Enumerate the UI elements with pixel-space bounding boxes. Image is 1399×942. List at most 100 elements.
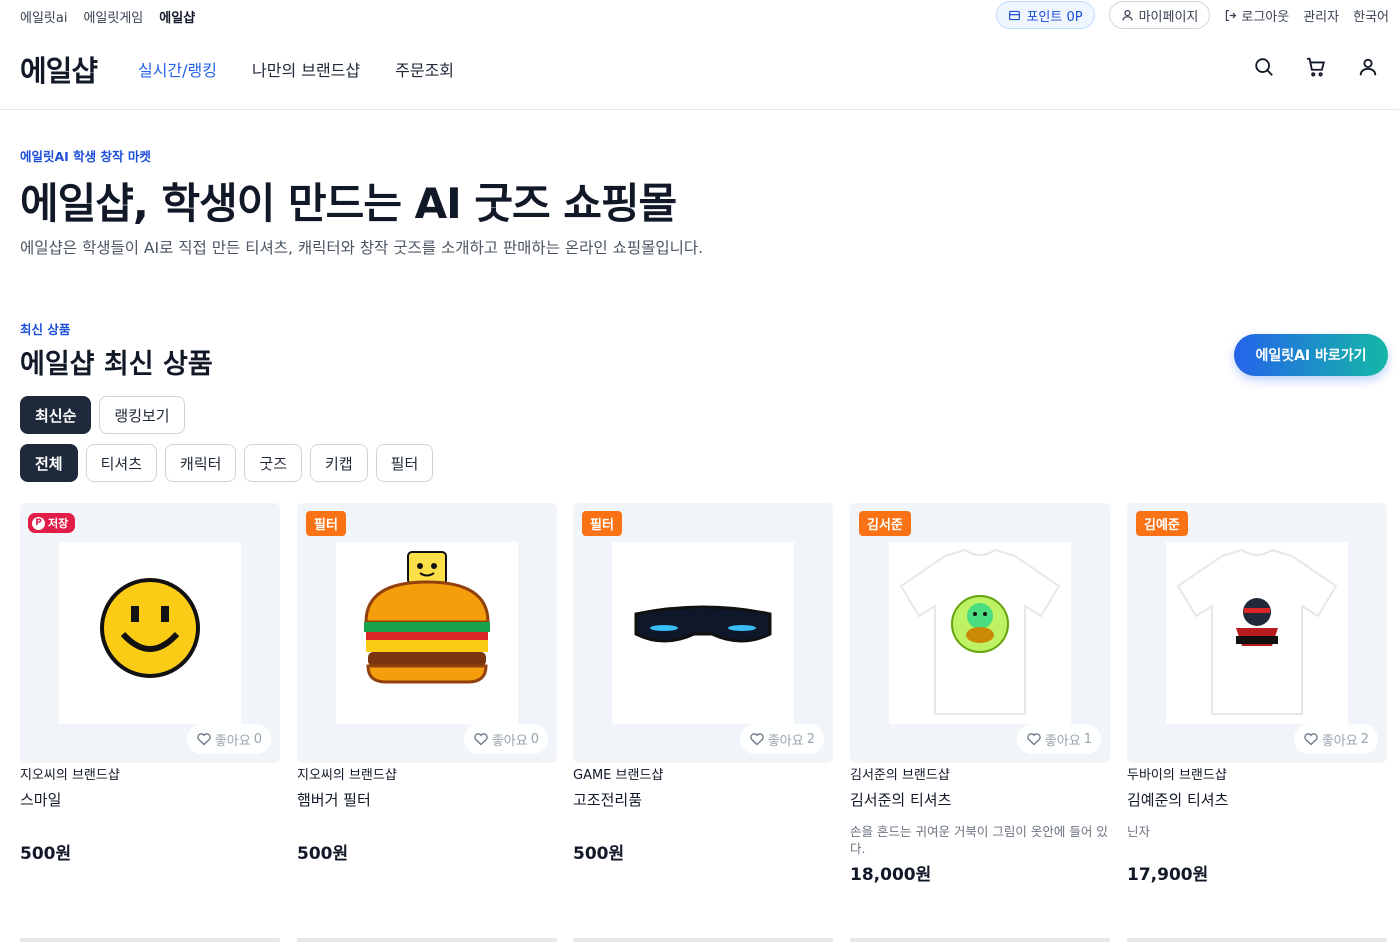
- logo[interactable]: 에일샵: [20, 48, 98, 90]
- next-row-card: [1127, 938, 1387, 942]
- menu-order-lookup[interactable]: 주문조회: [395, 57, 454, 81]
- heart-icon: [750, 733, 764, 746]
- like-button[interactable]: 좋아요 0: [463, 724, 548, 754]
- filter-keycap[interactable]: 키캡: [310, 444, 368, 482]
- goggles-icon: [634, 605, 772, 643]
- like-count: 2: [806, 731, 815, 747]
- like-count: 1: [1083, 731, 1092, 747]
- sort-ranking-button[interactable]: 랭킹보기: [99, 396, 185, 434]
- like-label: 좋아요: [491, 733, 528, 749]
- pin-icon: P: [32, 516, 45, 530]
- logout-icon: [1226, 9, 1237, 21]
- product-card[interactable]: P 저장 좋아요 0 지오씨의 브랜드샵 스마일 500원: [20, 503, 280, 864]
- next-row-card: [850, 938, 1110, 942]
- cart-icon[interactable]: [1305, 56, 1327, 78]
- like-label: 좋아요: [214, 733, 251, 749]
- product-name[interactable]: 고조전리품: [573, 787, 833, 813]
- product-name[interactable]: 김서준의 티셔츠: [850, 787, 1110, 813]
- points-button[interactable]: 포인트 0P: [996, 1, 1095, 29]
- next-row-card: [20, 938, 280, 942]
- hero-title: 에일샵, 학생이 만드는 AI 굿즈 쇼핑몰: [20, 179, 677, 228]
- ninja-tshirt: [1176, 548, 1338, 715]
- heart-icon: [197, 733, 211, 746]
- like-label: 좋아요: [1044, 733, 1081, 749]
- link-ailshop[interactable]: 에일샵: [159, 7, 195, 26]
- product-brand[interactable]: 두바이의 브랜드샵: [1127, 765, 1387, 787]
- like-label: 좋아요: [767, 733, 804, 749]
- like-button[interactable]: 좋아요 0: [186, 724, 271, 754]
- hamburger-icon: [364, 551, 490, 684]
- product-card[interactable]: 김서준 좋아요 1 김서준의 브랜드샵 김서준의 티셔츠 손을 흔드는 귀여운 …: [850, 503, 1110, 885]
- product-image[interactable]: 김서준 좋아요 1: [850, 503, 1110, 763]
- main-nav: 에일샵 실시간/랭킹 나만의 브랜드샵 주문조회: [0, 30, 1399, 110]
- product-description: 손을 흔드는 귀여운 거북이 그림이 옷안에 들어 있다.: [850, 824, 1108, 856]
- product-card[interactable]: 김예준 좋아요 2 두바이의 브랜드샵 김예준의 티셔츠 닌자 17,900원: [1127, 503, 1387, 885]
- like-count: 0: [253, 731, 262, 747]
- brand-badge: 김서준: [859, 511, 911, 536]
- product-brand[interactable]: 지오씨의 브랜드샵: [297, 765, 557, 787]
- points-label: 포인트 0P: [1026, 9, 1083, 25]
- product-name[interactable]: 김예준의 티셔츠: [1127, 787, 1387, 813]
- product-image[interactable]: 필터 좋아요 0: [297, 503, 557, 763]
- filter-character[interactable]: 캐릭터: [165, 444, 237, 482]
- product-image[interactable]: P 저장 좋아요 0: [20, 503, 280, 763]
- filter-filter[interactable]: 필터: [375, 444, 434, 482]
- heart-icon: [474, 733, 488, 746]
- product-price: 17,900원: [1127, 865, 1209, 885]
- mypage-button[interactable]: 마이페이지: [1108, 1, 1211, 29]
- logout-label: 로그아웃: [1241, 9, 1290, 25]
- next-row-card: [573, 938, 833, 942]
- save-badge[interactable]: P 저장: [28, 513, 76, 533]
- menu-realtime-ranking[interactable]: 실시간/랭킹: [138, 57, 217, 81]
- product-price: 500원: [297, 844, 349, 864]
- wallet-icon: [1009, 10, 1021, 20]
- product-name[interactable]: 햄버거 필터: [297, 787, 557, 813]
- badge-label: 저장: [48, 517, 69, 530]
- sort-buttons: 최신순 랭킹보기: [20, 396, 185, 434]
- admin-link[interactable]: 관리자: [1303, 6, 1339, 25]
- mypage-label: 마이페이지: [1138, 9, 1199, 25]
- product-image[interactable]: 필터 좋아요 2: [573, 503, 833, 763]
- account-icon[interactable]: [1357, 56, 1379, 78]
- like-count: 0: [530, 731, 539, 747]
- user-icon: [1121, 9, 1133, 20]
- language-select[interactable]: 한국어: [1353, 6, 1389, 25]
- product-price: 500원: [20, 844, 72, 864]
- filter-all[interactable]: 전체: [20, 444, 78, 482]
- product-brand[interactable]: GAME 브랜드샵: [573, 765, 833, 787]
- brand-badge: 김예준: [1136, 511, 1188, 536]
- filter-tshirt[interactable]: 티셔츠: [85, 444, 158, 482]
- section-title: 에일샵 최신 상품: [20, 349, 213, 380]
- category-badge: 필터: [306, 511, 346, 536]
- product-brand[interactable]: 지오씨의 브랜드샵: [20, 765, 280, 787]
- heart-icon: [1027, 733, 1041, 746]
- filter-goods[interactable]: 굿즈: [244, 444, 303, 482]
- product-image[interactable]: 김예준 좋아요 2: [1127, 503, 1387, 763]
- product-card[interactable]: 필터 좋아요 0 지오씨의 브랜드샵 햄버거 필터 500원: [297, 503, 557, 864]
- product-price: 18,000원: [850, 865, 932, 885]
- search-icon[interactable]: [1253, 56, 1275, 78]
- section-eyebrow: 최신 상품: [20, 322, 71, 337]
- ailit-ai-cta-button[interactable]: 에일릿AI 바로가기: [1234, 334, 1388, 376]
- like-button[interactable]: 좋아요 1: [1016, 724, 1101, 754]
- next-row-card: [297, 938, 557, 942]
- like-button[interactable]: 좋아요 2: [1293, 724, 1378, 754]
- turtle-tshirt: [899, 548, 1061, 715]
- product-brand[interactable]: 김서준의 브랜드샵: [850, 765, 1110, 787]
- link-ailit-ai[interactable]: 에일릿ai: [20, 7, 67, 26]
- product-description: 닌자: [1127, 824, 1151, 839]
- logout-link[interactable]: 로그아웃: [1224, 6, 1289, 25]
- utility-bar: 에일릿ai 에일릿게임 에일샵 포인트 0P 마이페이지 로그아웃 관리자 한국…: [0, 0, 1399, 30]
- category-filters: 전체 티셔츠 캐릭터 굿즈 키캡 필터: [20, 444, 434, 482]
- smiley-icon: [100, 578, 200, 678]
- product-card[interactable]: 필터 좋아요 2 GAME 브랜드샵 고조전리품 500원: [573, 503, 833, 864]
- category-badge: 필터: [582, 511, 622, 536]
- like-label: 좋아요: [1321, 733, 1358, 749]
- like-button[interactable]: 좋아요 2: [739, 724, 824, 754]
- link-ailit-game[interactable]: 에일릿게임: [83, 7, 143, 26]
- hero-description: 에일샵은 학생들이 AI로 직접 만든 티셔츠, 캐릭터와 창작 굿즈를 소개하…: [20, 239, 704, 257]
- product-price: 500원: [573, 844, 625, 864]
- sort-latest-button[interactable]: 최신순: [20, 396, 92, 434]
- product-name[interactable]: 스마일: [20, 787, 280, 813]
- menu-my-brand-shop[interactable]: 나만의 브랜드샵: [252, 57, 360, 81]
